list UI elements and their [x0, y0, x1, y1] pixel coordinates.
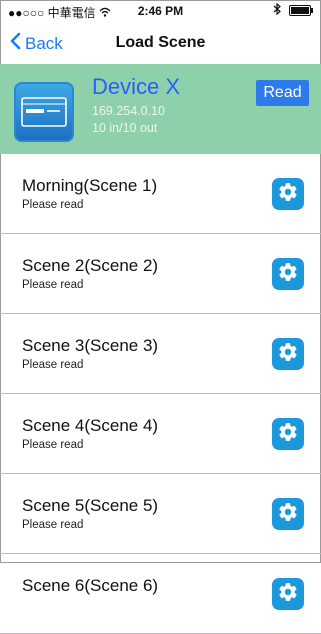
scene-item-4[interactable]: Scene 4(Scene 4) Please read — [0, 394, 321, 474]
scene-item-5[interactable]: Scene 5(Scene 5) Please read — [0, 474, 321, 554]
scene-title: Morning(Scene 1) — [22, 176, 158, 195]
device-io-summary: 10 in/10 out — [92, 121, 158, 135]
scene-title: Scene 4(Scene 4) — [22, 416, 159, 435]
gear-icon — [277, 341, 299, 368]
device-name: Device X — [92, 74, 181, 99]
device-panel: Device X 169.254.0.10 10 in/10 out Read — [0, 64, 321, 154]
scene-settings-button[interactable] — [272, 578, 304, 610]
gear-icon — [277, 581, 299, 608]
scene-title: Scene 6(Scene 6) — [22, 576, 159, 595]
scene-status: Please read — [22, 279, 84, 291]
gear-icon — [277, 181, 299, 208]
scene-title: Scene 3(Scene 3) — [22, 336, 159, 355]
scene-item-6[interactable]: Scene 6(Scene 6) — [0, 554, 321, 634]
navigation-bar: Back Load Scene — [0, 22, 321, 64]
gear-icon — [277, 261, 299, 288]
scene-settings-button[interactable] — [272, 418, 304, 450]
scene-settings-button[interactable] — [272, 258, 304, 290]
device-ip-address: 169.254.0.10 — [92, 104, 165, 118]
scene-item-3[interactable]: Scene 3(Scene 3) Please read — [0, 314, 321, 394]
scene-list: Morning(Scene 1) Please read Scene 2(Sce… — [0, 154, 321, 634]
scene-status: Please read — [22, 359, 84, 371]
scene-settings-button[interactable] — [272, 178, 304, 210]
scene-settings-button[interactable] — [272, 338, 304, 370]
scene-item-1[interactable]: Morning(Scene 1) Please read — [0, 154, 321, 234]
scene-item-2[interactable]: Scene 2(Scene 2) Please read — [0, 234, 321, 314]
scene-status: Please read — [22, 519, 84, 531]
scene-status: Please read — [22, 199, 84, 211]
device-rack-icon — [14, 82, 74, 142]
battery-icon — [289, 5, 313, 16]
scene-status: Please read — [22, 439, 84, 451]
scene-title: Scene 5(Scene 5) — [22, 496, 159, 515]
gear-icon — [277, 421, 299, 448]
scene-title: Scene 2(Scene 2) — [22, 256, 159, 275]
status-right — [273, 2, 313, 18]
scene-settings-button[interactable] — [272, 498, 304, 530]
gear-icon — [277, 501, 299, 528]
read-button[interactable]: Read — [256, 80, 309, 106]
page-title: Load Scene — [115, 34, 206, 51]
status-bar: ●●○○○ 中華電信 2:46 PM — [0, 0, 321, 22]
bluetooth-icon — [273, 2, 281, 18]
